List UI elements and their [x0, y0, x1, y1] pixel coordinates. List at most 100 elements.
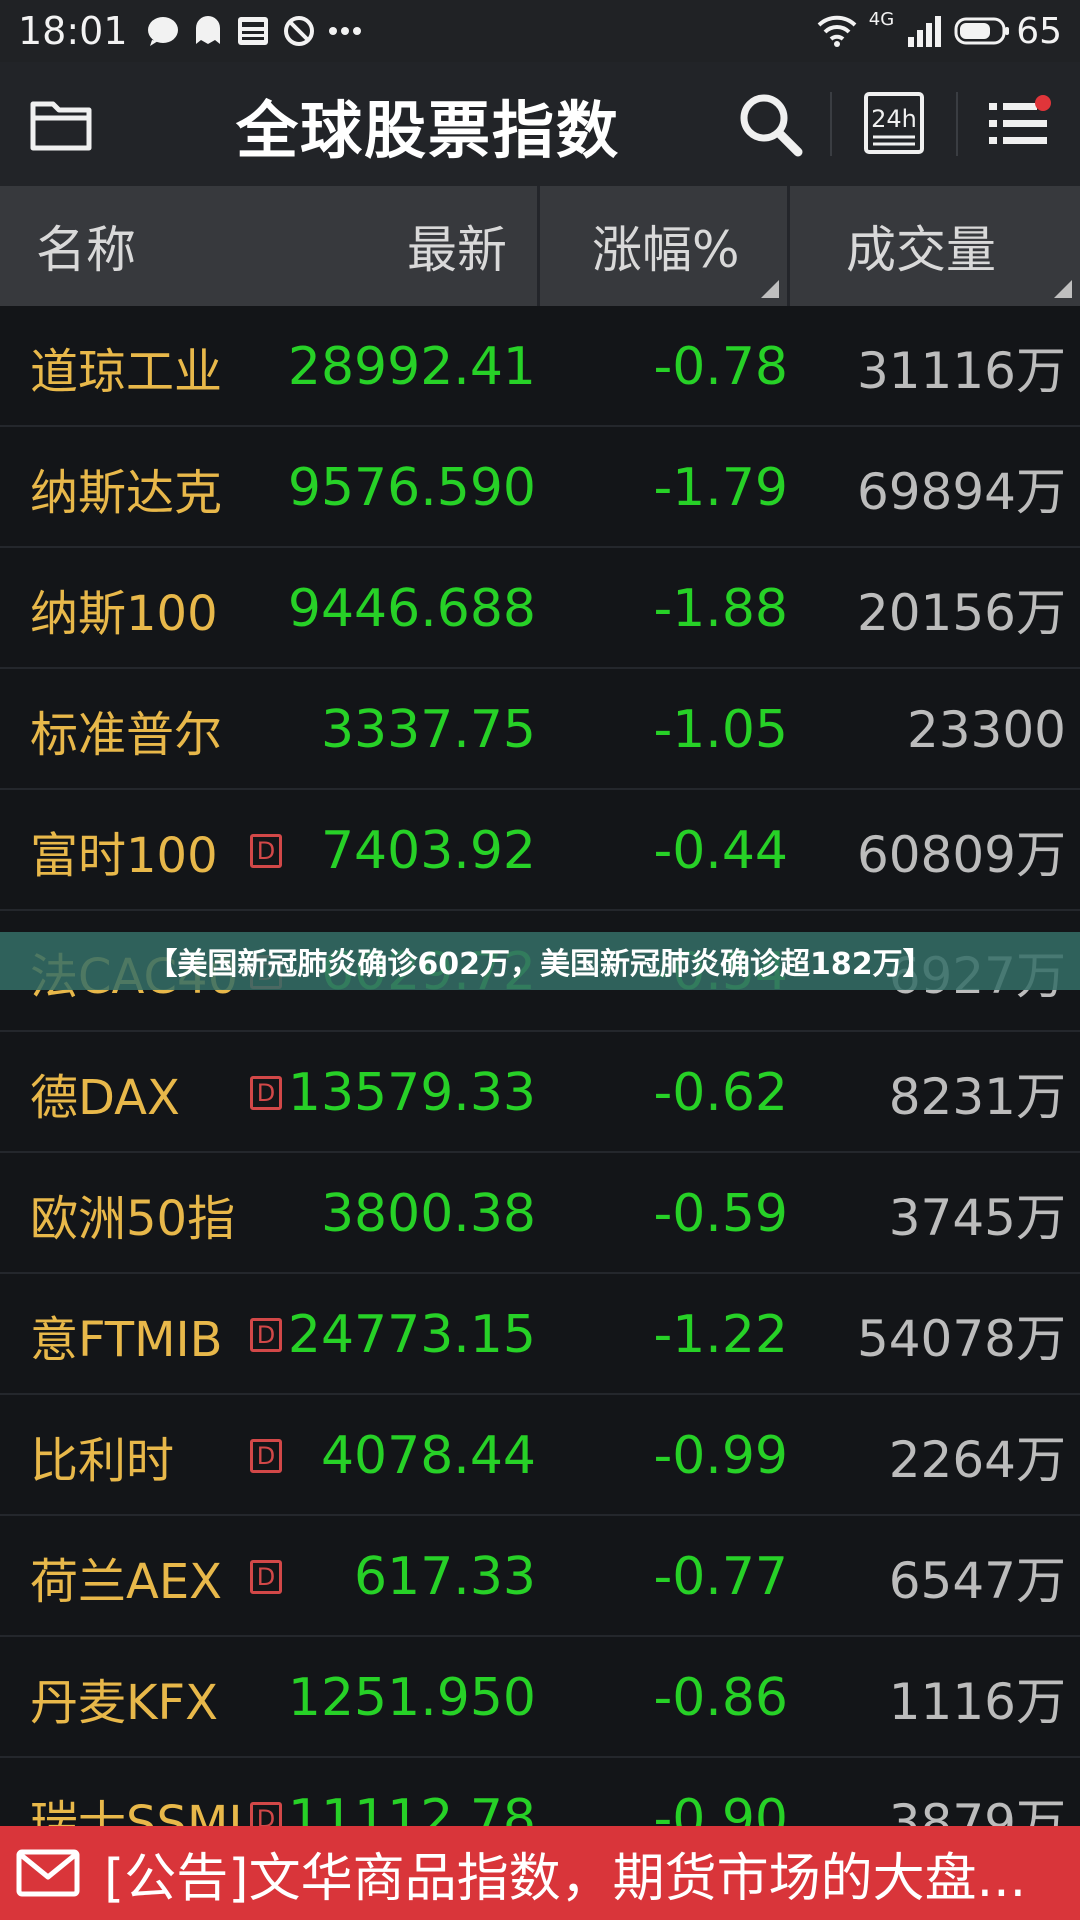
- signal-icon: [906, 15, 942, 47]
- chat-bubble-icon: [146, 14, 180, 48]
- volume: 8231万: [888, 1067, 1066, 1126]
- volume: 31116万: [856, 341, 1066, 400]
- delayed-badge: D: [250, 1439, 282, 1473]
- 24h-icon: 24h: [864, 92, 924, 154]
- change-percent: -1.88: [653, 578, 788, 639]
- change-percent: -1.05: [653, 699, 788, 760]
- sort-indicator-icon: [1054, 280, 1072, 298]
- table-row[interactable]: 意FTMIB D 24773.15 -1.22 54078万: [0, 1274, 1080, 1395]
- last-price: 3337.75: [320, 699, 536, 760]
- table-row[interactable]: 富时100 D 7403.92 -0.44 60809万: [0, 790, 1080, 911]
- table-row[interactable]: 纳斯达克 9576.590 -1.79 69894万: [0, 427, 1080, 548]
- folder-button[interactable]: [26, 92, 96, 156]
- change-percent: -0.44: [653, 820, 788, 881]
- volume: 60809万: [856, 825, 1066, 884]
- table-row[interactable]: 道琼工业 28992.41 -0.78 31116万: [0, 306, 1080, 427]
- change-percent: -1.22: [653, 1304, 788, 1365]
- table-row[interactable]: 丹麦KFX 1251.950 -0.86 1116万: [0, 1637, 1080, 1758]
- volume: 69894万: [856, 462, 1066, 521]
- news-icon: [236, 15, 270, 47]
- battery-indicator: 65: [954, 11, 1062, 52]
- index-name: 纳斯100: [30, 585, 218, 642]
- index-name: 欧洲50指: [30, 1190, 236, 1247]
- table-row[interactable]: 欧洲50指 3800.38 -0.59 3745万: [0, 1153, 1080, 1274]
- index-table: 道琼工业 28992.41 -0.78 31116万 纳斯达克 9576.590 -1.79…: [0, 306, 1080, 1879]
- column-name-label: 名称: [36, 221, 136, 279]
- table-row[interactable]: 荷兰AEX D 617.33 -0.77 6547万: [0, 1516, 1080, 1637]
- block-icon: [282, 14, 316, 48]
- page-title: 全球股票指数: [236, 94, 621, 167]
- menu-button[interactable]: [984, 92, 1054, 154]
- table-row[interactable]: 纳斯100 9446.688 -1.88 20156万: [0, 548, 1080, 669]
- header-divider: [830, 92, 832, 156]
- last-price: 7403.92: [320, 820, 536, 881]
- mail-icon: [16, 1849, 80, 1897]
- status-time: 18:01: [18, 9, 128, 53]
- change-percent: -0.62: [653, 1062, 788, 1123]
- change-percent: -0.77: [653, 1546, 788, 1607]
- status-bar-right: 4G 65: [817, 8, 1062, 52]
- volume: 6547万: [888, 1551, 1066, 1610]
- index-name: 德DAX: [30, 1069, 180, 1126]
- news-banner[interactable]: 【美国新冠肺炎确诊602万，美国新冠肺炎确诊超182万】: [0, 932, 1080, 990]
- last-price: 1251.950: [287, 1667, 536, 1728]
- wifi-icon: [817, 15, 857, 47]
- menu-list-icon: [989, 95, 1051, 144]
- change-percent: -0.78: [653, 336, 788, 397]
- column-change-label: 涨幅%: [592, 221, 740, 279]
- volume: 54078万: [856, 1309, 1066, 1368]
- delayed-badge: D: [250, 1560, 282, 1594]
- delayed-badge: D: [250, 834, 282, 868]
- index-name: 比利时: [30, 1432, 175, 1489]
- index-name: 富时100: [30, 827, 218, 884]
- change-percent: -0.59: [653, 1183, 788, 1244]
- volume: 1116万: [888, 1672, 1066, 1731]
- volume: 3745万: [888, 1188, 1066, 1247]
- app-header: 全球股票指数 24h: [0, 62, 1080, 186]
- delayed-badge: D: [250, 1076, 282, 1110]
- volume: 23300: [906, 700, 1066, 759]
- status-bar: 18:01 4G 65: [0, 0, 1080, 62]
- last-price: 13579.33: [287, 1062, 536, 1123]
- app-screen: 18:01 4G 65 全球股票指数 24h 名称 最新 涨幅% 成交量 道琼工…: [0, 0, 1080, 1920]
- index-name: 荷兰AEX: [30, 1553, 223, 1610]
- header-divider: [956, 92, 958, 156]
- table-row[interactable]: 德DAX D 13579.33 -0.62 8231万: [0, 1032, 1080, 1153]
- more-dots-icon: [328, 26, 362, 36]
- change-percent: -0.86: [653, 1667, 788, 1728]
- announcement-bar[interactable]: [公告]文华商品指数，期货市场的大盘...: [0, 1826, 1080, 1920]
- search-button[interactable]: [734, 88, 806, 160]
- last-price: 4078.44: [320, 1425, 536, 1486]
- search-icon: [740, 94, 803, 157]
- folder-icon: [30, 101, 92, 151]
- last-price: 617.33: [354, 1546, 536, 1607]
- battery-level: 65: [1016, 10, 1062, 52]
- sort-indicator-icon: [761, 280, 779, 298]
- last-price: 9576.590: [287, 457, 536, 518]
- last-price: 9446.688: [287, 578, 536, 639]
- last-price: 24773.15: [287, 1304, 536, 1365]
- network-type: 4G: [868, 8, 895, 30]
- table-row[interactable]: 比利时 D 4078.44 -0.99 2264万: [0, 1395, 1080, 1516]
- ghost-icon: [192, 14, 224, 48]
- index-name: 道琼工业: [30, 343, 223, 400]
- last-price: 28992.41: [287, 336, 536, 397]
- column-last-label[interactable]: 最新: [407, 210, 507, 282]
- notification-dot: [1035, 95, 1051, 111]
- column-volume-label: 成交量: [846, 221, 996, 279]
- index-name: 丹麦KFX: [30, 1674, 218, 1731]
- last-price: 3800.38: [320, 1183, 536, 1244]
- table-row[interactable]: 标准普尔 3337.75 -1.05 23300: [0, 669, 1080, 790]
- column-header-volume[interactable]: 成交量: [790, 186, 1080, 306]
- change-percent: -0.99: [653, 1425, 788, 1486]
- column-header-change[interactable]: 涨幅%: [540, 186, 787, 306]
- volume: 2264万: [888, 1430, 1066, 1489]
- 24h-button[interactable]: 24h: [862, 90, 926, 156]
- announcement-text: [公告]文华商品指数，期货市场的大盘...: [104, 1848, 1027, 1909]
- column-header-row: 名称 最新 涨幅% 成交量: [0, 186, 1080, 306]
- delayed-badge: D: [250, 1318, 282, 1352]
- volume: 20156万: [856, 583, 1066, 642]
- index-name: 意FTMIB: [30, 1311, 223, 1368]
- index-name: 纳斯达克: [30, 464, 223, 521]
- column-header-name-last[interactable]: 名称 最新: [0, 186, 537, 306]
